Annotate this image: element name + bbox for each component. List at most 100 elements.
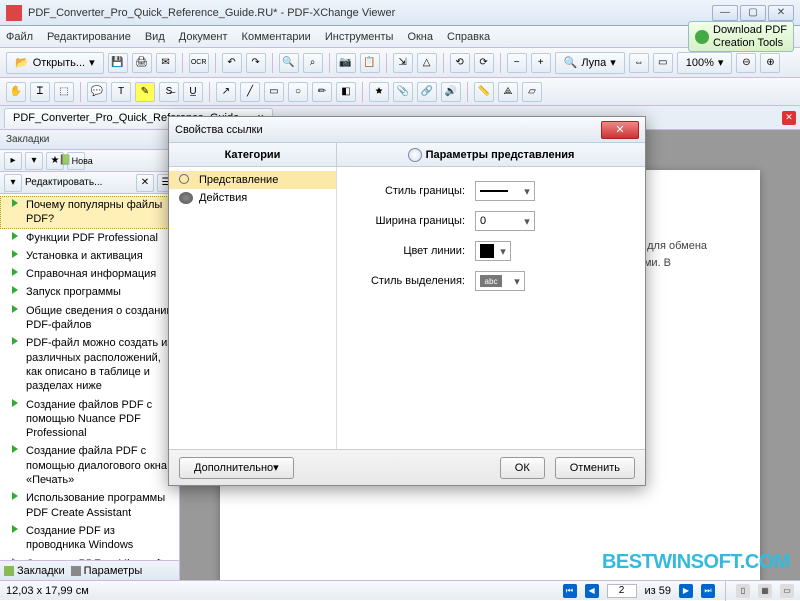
audio-icon[interactable]: 🔊 [441,82,461,102]
bookmark-icon [12,399,22,409]
link-icon[interactable]: 🔗 [417,82,437,102]
download-pdf-tools-button[interactable]: Download PDFCreation Tools [688,21,794,51]
cancel-button[interactable]: Отменить [555,457,635,479]
strikeout-icon[interactable]: S̶ [159,82,179,102]
bookmark-icon [12,250,22,260]
first-page-icon[interactable]: ⏮ [563,584,577,598]
marquee-icon[interactable]: ⬚ [54,82,74,102]
border-width-input[interactable]: 0▾ [475,211,535,231]
highlight-style-select[interactable]: abc▾ [475,271,525,291]
zoom-in-icon[interactable]: + [531,53,551,73]
down-icon[interactable]: ▾ [4,174,22,192]
maximize-button[interactable]: ▢ [740,5,766,21]
bookmark-item[interactable]: Создание PDF из проводника Windows [0,522,179,555]
advanced-button[interactable]: Дополнительно ▾ [179,457,294,479]
menu-file[interactable]: Файл [6,31,33,43]
close-all-tabs-button[interactable]: ✕ [782,111,796,125]
save-icon[interactable]: 💾 [108,53,128,73]
undo-icon[interactable]: ↶ [222,53,242,73]
typewriter-icon[interactable]: T [111,82,131,102]
prev-page-icon[interactable]: ◀ [585,584,599,598]
rotate-left-icon[interactable]: ⟲ [450,53,470,73]
arrow-icon[interactable]: ↗ [216,82,236,102]
export-icon[interactable]: ⇲ [393,53,413,73]
find-icon[interactable]: 🔍 [279,53,299,73]
fit-width-icon[interactable]: ⇔ [629,53,649,73]
dialog-close-button[interactable]: ✕ [601,121,639,139]
category-actions[interactable]: Действия [169,189,336,207]
print-icon[interactable]: 🖨 [132,53,152,73]
app-icon [6,5,22,21]
zoom-plus-icon[interactable]: ⊕ [760,53,780,73]
line-icon[interactable]: ╱ [240,82,260,102]
perimeter-icon[interactable]: ⟁ [498,82,518,102]
menu-tools[interactable]: Инструменты [325,31,394,43]
select-icon[interactable]: Ꮖ [30,82,50,102]
rect-icon[interactable]: ▭ [264,82,284,102]
minimize-button[interactable]: — [712,5,738,21]
mail-icon[interactable]: ✉ [156,53,176,73]
up-icon[interactable]: △ [417,53,437,73]
line-color-label: Цвет линии: [355,245,465,257]
delete-icon[interactable]: ✕ [136,174,154,192]
category-presentation[interactable]: Представление [169,171,336,189]
menu-windows[interactable]: Окна [407,31,433,43]
expand-icon[interactable]: ▸ [4,152,22,170]
menu-view[interactable]: Вид [145,31,165,43]
page-number-input[interactable]: 2 [607,584,637,598]
menu-help[interactable]: Справка [447,31,490,43]
menu-comments[interactable]: Комментарии [242,31,311,43]
underline-icon[interactable]: U̲ [183,82,203,102]
close-button[interactable]: ✕ [768,5,794,21]
border-style-select[interactable]: ▾ [475,181,535,201]
facing-icon[interactable]: ▭ [780,584,794,598]
continuous-icon[interactable]: ▦ [758,584,772,598]
bookmark-item[interactable]: Использование программы PDF Create Assis… [0,489,179,522]
fit-page-icon[interactable]: ▭ [653,53,673,73]
zoom-level[interactable]: 100% ▾ [677,52,733,74]
bookmark-item[interactable]: Запуск программы [0,283,179,301]
gear-icon [179,192,193,204]
bookmark-item[interactable]: Общие сведения о создании PDF-файлов [0,302,179,335]
attach-icon[interactable]: 📎 [393,82,413,102]
open-button[interactable]: 📂 Открыть... ▾ [6,52,104,74]
stamp-icon[interactable]: 🟊 [369,82,389,102]
lupa-button[interactable]: 🔍 Лупа ▾ [555,52,625,74]
snapshot-icon[interactable]: 📷 [336,53,356,73]
bookmark-item[interactable]: Функции PDF Professional [0,229,179,247]
next-page-icon[interactable]: ▶ [679,584,693,598]
redo-icon[interactable]: ↷ [246,53,266,73]
menu-document[interactable]: Документ [179,31,228,43]
menu-edit[interactable]: Редактирование [47,31,131,43]
bookmark-item[interactable]: PDF-файл можно создать из различных расп… [0,334,179,395]
bookmark-item[interactable]: Установка и активация [0,247,179,265]
single-page-icon[interactable]: ▯ [736,584,750,598]
clipboard-icon[interactable]: 📋 [360,53,380,73]
ok-button[interactable]: ОК [500,457,545,479]
last-page-icon[interactable]: ⏭ [701,584,715,598]
highlight-icon[interactable]: ✎ [135,82,155,102]
zoom-minus-icon[interactable]: ⊖ [736,53,756,73]
collapse-icon[interactable]: ▾ [25,152,43,170]
bookmark-item[interactable]: Справочная информация [0,265,179,283]
rotate-right-icon[interactable]: ⟳ [474,53,494,73]
tab-params[interactable]: Параметры [71,565,143,577]
area-icon[interactable]: ▱ [522,82,542,102]
note-icon[interactable]: 💬 [87,82,107,102]
zoom-out-icon[interactable]: − [507,53,527,73]
oval-icon[interactable]: ○ [288,82,308,102]
bookmark-item[interactable]: Создание файлов PDF с помощью Nuance PDF… [0,396,179,443]
tab-bookmarks[interactable]: Закладки [4,565,65,577]
search-icon[interactable]: ⌕ [303,53,323,73]
dialog-titlebar[interactable]: Свойства ссылки ✕ [169,117,645,143]
hand-icon[interactable]: ✋ [6,82,26,102]
edit-bookmark-button[interactable]: Редактировать... [25,177,102,188]
new-bookmark-button[interactable]: 📗Нова [67,152,85,170]
line-color-picker[interactable]: ▾ [475,241,511,261]
ocr-button[interactable]: OCR [189,53,209,73]
eraser-icon[interactable]: ◧ [336,82,356,102]
measure-icon[interactable]: 📏 [474,82,494,102]
bookmark-item[interactable]: Создание файла PDF с помощью диалогового… [0,442,179,489]
pencil-icon[interactable]: ✏ [312,82,332,102]
bookmark-item[interactable]: Почему популярны файлы PDF? [0,196,179,229]
